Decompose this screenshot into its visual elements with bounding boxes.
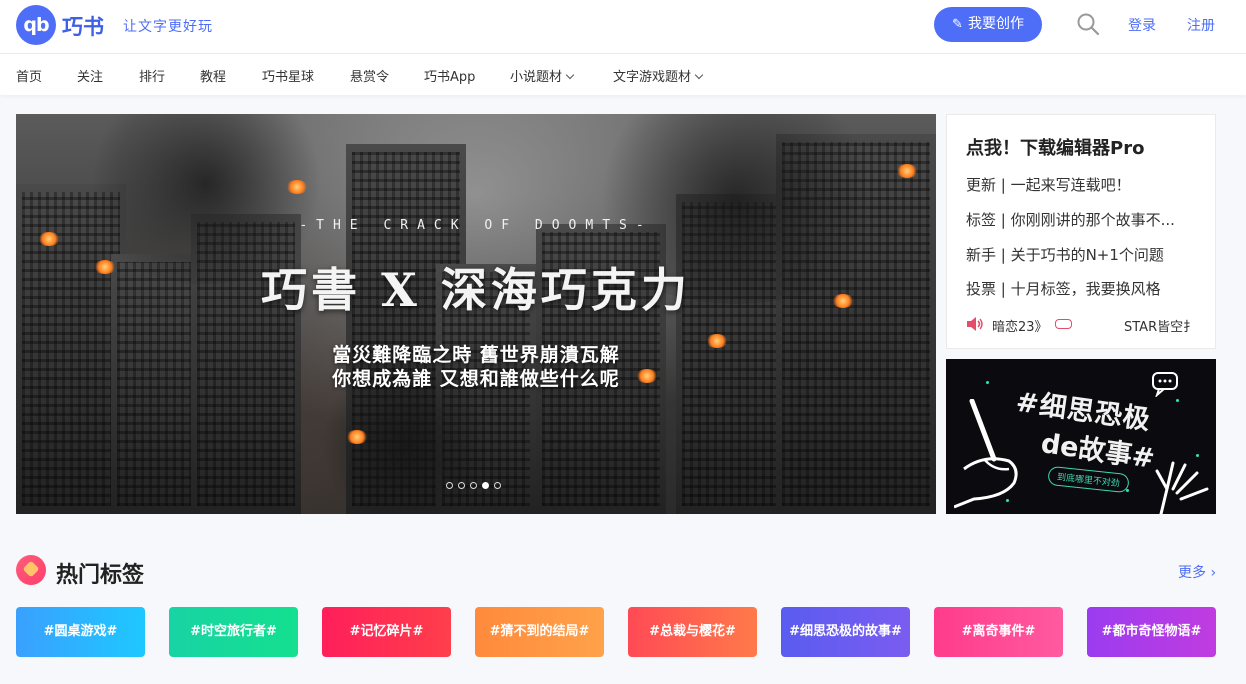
promo-sparkle — [986, 381, 989, 384]
brand-name[interactable]: 巧书 — [62, 11, 104, 41]
hot-tag[interactable]: #细思恐极的故事# — [781, 607, 910, 657]
slogan: 让文字更好玩 — [123, 19, 213, 35]
promo-banner[interactable]: #细思恐极 de故事# 到底哪里不对劲 — [946, 359, 1216, 514]
hot-tag[interactable]: #圆桌游戏# — [16, 607, 145, 657]
hot-tag[interactable]: #猜不到的结局# — [475, 607, 604, 657]
nav-item-tutorial[interactable]: 教程 — [200, 66, 226, 85]
speaker-icon — [967, 317, 983, 331]
hot-tag[interactable]: #总裁与樱花# — [628, 607, 757, 657]
nav-item-app[interactable]: 巧书App — [424, 66, 475, 85]
hot-tag[interactable]: #离奇事件# — [934, 607, 1063, 657]
nav-label: 小说题材 — [510, 70, 563, 85]
banner-fire — [38, 232, 60, 246]
banner-line-1: 當災難降臨之時 舊世界崩潰瓦解 — [332, 344, 620, 366]
create-button-label: 我要创作 — [967, 16, 1024, 32]
nav-label: 首页 — [16, 70, 43, 85]
news-ticker[interactable]: 暗恋23》 STAR皆空扌 — [966, 315, 1198, 335]
carousel-dot[interactable] — [482, 482, 489, 489]
register-link[interactable]: 注册 — [1187, 15, 1215, 35]
nav-item-game-genres[interactable]: 文字游戏题材 — [613, 66, 704, 85]
tag-icon — [16, 555, 46, 585]
ticker-badge-icon — [1055, 319, 1072, 329]
carousel-dot[interactable] — [458, 482, 465, 489]
carousel-dots — [446, 474, 506, 493]
banner-fire — [896, 164, 918, 178]
hot-tag[interactable]: #都市奇怪物语# — [1087, 607, 1216, 657]
announcement-panel: 点我！下载编辑器Pro 更新 | 一起来写连载吧！ 标签 | 你刚刚讲的那个故事… — [946, 114, 1216, 349]
chevron-down-icon — [565, 70, 575, 80]
banner-fire — [346, 430, 368, 444]
nav-item-planet[interactable]: 巧书星球 — [262, 66, 314, 85]
nav-label: 关注 — [77, 70, 104, 85]
nav-label: 悬赏令 — [350, 70, 390, 85]
nav-label: 排行 — [139, 70, 166, 85]
logo-icon[interactable]: qb — [16, 5, 56, 45]
hot-tag[interactable]: #时空旅行者# — [169, 607, 298, 657]
announcement-link[interactable]: 更新 | 一起来写连载吧！ — [966, 174, 1201, 195]
login-link[interactable]: 登录 — [1128, 15, 1156, 35]
promo-sparkle — [1196, 454, 1199, 457]
hand-gesture-illustration — [1155, 461, 1209, 514]
banner-title: 巧書 X 深海巧克力 — [261, 263, 691, 317]
download-pro-link[interactable]: 点我！下载编辑器Pro — [966, 134, 1144, 160]
carousel-dot[interactable] — [494, 482, 501, 489]
nav-item-novel-genres[interactable]: 小说题材 — [510, 66, 575, 85]
promo-sparkle — [1126, 489, 1129, 492]
nav-label: 巧书App — [424, 70, 476, 85]
chat-bubble-icon — [1152, 372, 1178, 397]
carousel-dot[interactable] — [470, 482, 477, 489]
banner-carousel[interactable]: -THE CRACK OF DOOMTS- 巧書 X 深海巧克力 當災難降臨之時… — [16, 114, 936, 514]
search-icon[interactable] — [1076, 12, 1100, 36]
main-nav: 首页 关注 排行 教程 巧书星球 悬赏令 巧书App 小说题材 文字游戏题材 — [0, 54, 1246, 95]
promo-sparkle — [1176, 399, 1179, 402]
announcement-link[interactable]: 投票 | 十月标签，我要换风格 — [966, 278, 1201, 299]
announcement-link[interactable]: 标签 | 你刚刚讲的那个故事不... — [966, 209, 1201, 230]
banner-line-2: 你想成為誰 又想和誰做些什么呢 — [332, 368, 620, 390]
ticker-text: 暗恋23》 — [992, 320, 1048, 335]
banner-subtitle: -THE CRACK OF DOOMTS- — [299, 218, 653, 233]
carousel-dot[interactable] — [446, 482, 453, 489]
nav-item-follow[interactable]: 关注 — [77, 66, 103, 85]
nav-item-ranking[interactable]: 排行 — [139, 66, 165, 85]
more-label: 更多 — [1178, 565, 1206, 581]
nav-label: 教程 — [200, 70, 227, 85]
hot-tag[interactable]: #记忆碎片# — [322, 607, 451, 657]
nav-item-home[interactable]: 首页 — [16, 66, 42, 85]
banner-fire — [286, 180, 308, 194]
pen-icon: ✎ — [952, 17, 963, 32]
announcement-link[interactable]: 新手 | 关于巧书的N+1个问题 — [966, 244, 1201, 265]
chevron-down-icon — [694, 70, 704, 80]
nav-item-bounty[interactable]: 悬赏令 — [350, 66, 389, 85]
ticker-text: STAR皆空扌 — [1124, 320, 1197, 335]
nav-label: 文字游戏题材 — [613, 70, 692, 85]
more-link[interactable]: 更多 › — [1178, 562, 1216, 582]
chevron-right-icon: › — [1210, 565, 1217, 581]
top-header: qb 巧书 让文字更好玩 ✎ 我要创作 登录 注册 — [0, 0, 1246, 54]
create-button[interactable]: ✎ 我要创作 — [934, 7, 1042, 42]
section-title: 热门标签 — [56, 563, 145, 588]
nav-label: 巧书星球 — [262, 70, 315, 85]
